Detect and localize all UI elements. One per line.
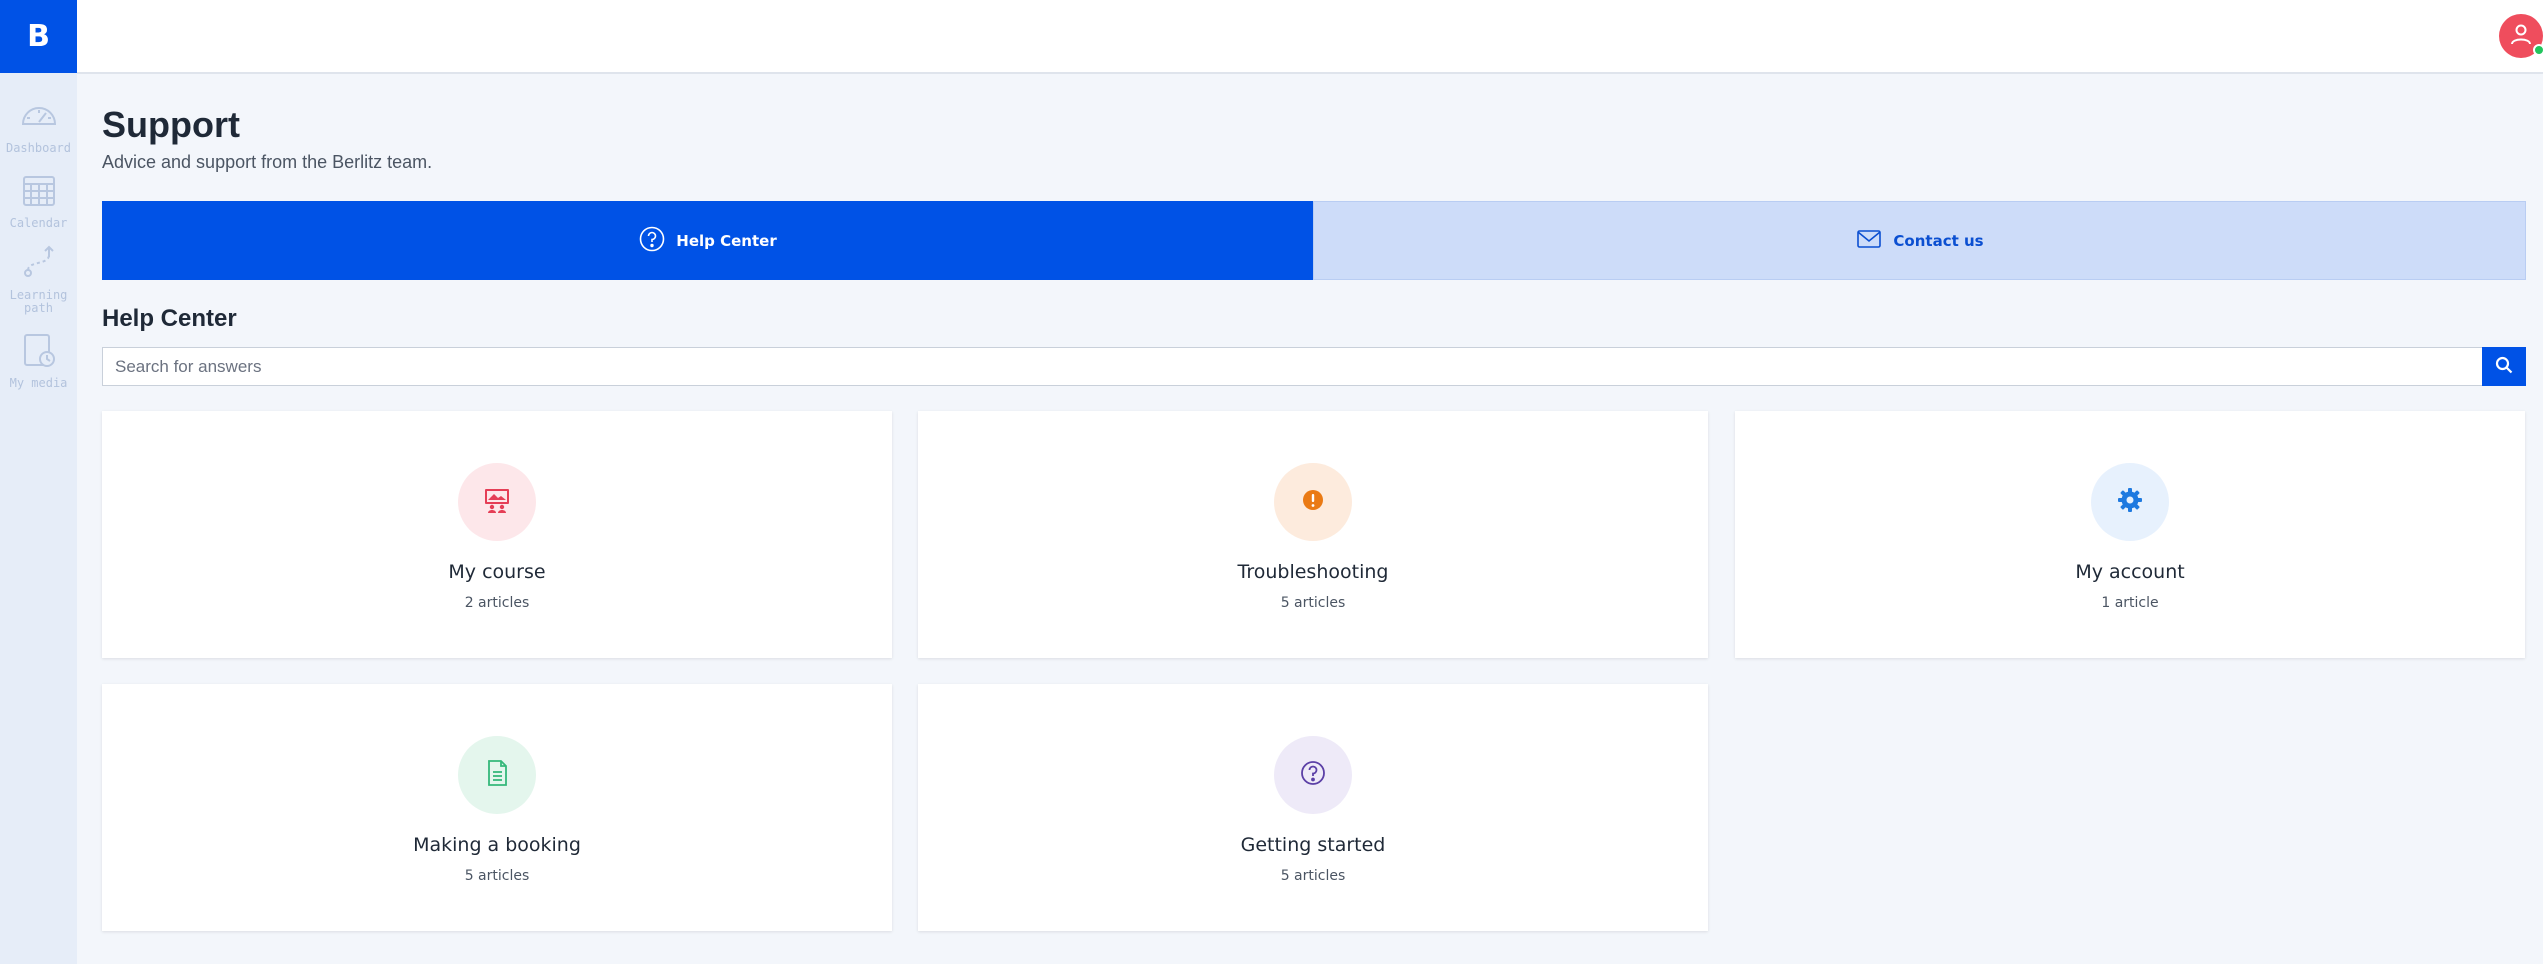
tab-label: Help Center <box>676 231 777 250</box>
tab-label: Contact us <box>1893 231 1984 250</box>
card-title: My course <box>448 561 546 583</box>
exclamation-icon <box>1298 485 1328 519</box>
page-subtitle: Advice and support from the Berlitz team… <box>102 152 433 172</box>
card-icon-circle <box>458 736 536 814</box>
category-card-my-account[interactable]: My account 1 article <box>1735 411 2525 658</box>
top-bar <box>77 0 2543 74</box>
sidebar-item-label: Dashboard <box>5 141 72 155</box>
search-icon <box>2494 355 2514 378</box>
support-tabs: Help Center Contact us <box>102 201 2526 280</box>
sidebar-item-label: Calendar <box>9 216 68 230</box>
search-button[interactable] <box>2482 347 2526 386</box>
question-circle-icon <box>638 225 666 257</box>
category-card-getting-started[interactable]: Getting started 5 articles <box>918 684 1708 931</box>
card-title: Getting started <box>1240 834 1386 856</box>
calendar-icon <box>19 171 59 215</box>
online-status-dot <box>2533 44 2543 56</box>
dashboard-icon <box>19 96 59 140</box>
card-article-count: 5 articles <box>1280 595 1346 611</box>
learning-path-icon <box>19 243 59 287</box>
category-card-my-course[interactable]: My course 2 articles <box>102 411 892 658</box>
card-article-count: 5 articles <box>1280 868 1346 884</box>
presentation-icon <box>482 485 512 519</box>
card-title: My account <box>2075 561 2185 583</box>
sidebar-item-calendar[interactable]: Calendar <box>0 171 77 230</box>
card-article-count: 2 articles <box>464 595 530 611</box>
card-title: Making a booking <box>413 834 581 856</box>
logo-text: B <box>27 19 50 54</box>
question-icon <box>1298 758 1328 792</box>
card-title: Troubleshooting <box>1237 561 1389 583</box>
category-card-making-a-booking[interactable]: Making a booking 5 articles <box>102 684 892 931</box>
sidebar: B Dashboard Calendar Learning path My me… <box>0 0 77 964</box>
sidebar-item-my-media[interactable]: My media <box>0 331 77 390</box>
card-icon-circle <box>2091 463 2169 541</box>
card-article-count: 5 articles <box>464 868 530 884</box>
card-article-count: 1 article <box>2101 595 2159 611</box>
card-icon-circle <box>458 463 536 541</box>
search-bar <box>102 347 2526 386</box>
sidebar-item-label: My media <box>9 376 68 390</box>
tab-contact-us[interactable]: Contact us <box>1313 201 2526 280</box>
sidebar-item-label: Learning path <box>9 288 68 315</box>
user-icon <box>2508 21 2534 51</box>
section-title: Help Center <box>102 305 237 332</box>
app-root: B Dashboard Calendar Learning path My me… <box>0 0 2543 964</box>
tab-help-center[interactable]: Help Center <box>102 201 1313 280</box>
sidebar-item-dashboard[interactable]: Dashboard <box>0 96 77 155</box>
search-input[interactable] <box>102 347 2482 386</box>
gear-icon <box>2115 485 2145 519</box>
envelope-icon <box>1855 225 1883 257</box>
document-icon <box>482 758 512 792</box>
page-title: Support <box>102 104 240 145</box>
category-card-troubleshooting[interactable]: Troubleshooting 5 articles <box>918 411 1708 658</box>
card-icon-circle <box>1274 463 1352 541</box>
logo[interactable]: B <box>0 0 77 73</box>
my-media-icon <box>19 331 59 375</box>
sidebar-item-learning-path[interactable]: Learning path <box>0 243 77 315</box>
avatar[interactable] <box>2499 14 2543 58</box>
card-icon-circle <box>1274 736 1352 814</box>
